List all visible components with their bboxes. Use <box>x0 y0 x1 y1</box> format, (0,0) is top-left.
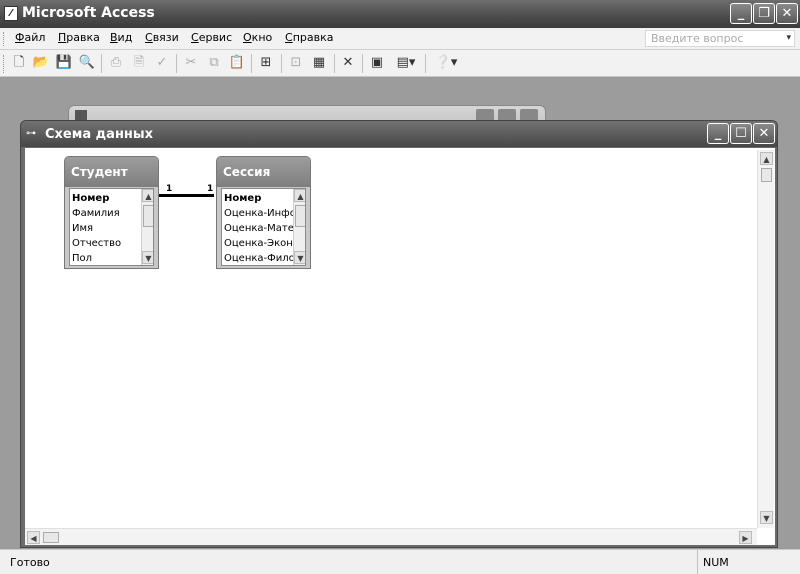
rel-maximize-button[interactable]: ☐ <box>730 123 752 144</box>
horizontal-scrollbar[interactable]: ◀ ▶ <box>25 528 757 545</box>
table-student-title[interactable]: Студент <box>65 157 158 187</box>
ask-question-box[interactable]: Введите вопрос ▾ <box>645 30 795 47</box>
menu-edit[interactable]: Правка <box>58 31 100 44</box>
file-search-icon[interactable]: 🔍 <box>78 54 96 72</box>
help-icon[interactable]: ❔▾ <box>431 54 461 72</box>
scroll-thumb[interactable] <box>761 168 772 182</box>
table-student[interactable]: Студент Номер Фамилия Имя Отчество Пол ▲… <box>64 156 159 269</box>
table-session-title[interactable]: Сессия <box>217 157 310 187</box>
toolbar-grip <box>3 55 5 73</box>
scroll-down-icon[interactable]: ▼ <box>294 251 305 264</box>
field-item[interactable]: Имя <box>72 221 142 236</box>
toolbar-separator <box>251 54 252 73</box>
app-titlebar: ⁄ Microsoft Access _ ❐ ✕ <box>0 0 800 28</box>
toolbar-separator <box>425 54 426 73</box>
toolbar-separator <box>334 54 335 73</box>
status-bar: Готово NUM <box>0 549 800 574</box>
close-icon: ✕ <box>781 6 793 21</box>
field-item[interactable]: Фамилия <box>72 206 142 221</box>
relationships-title: Схема данных <box>45 127 154 142</box>
scroll-down-icon[interactable]: ▼ <box>142 251 153 264</box>
menu-grip <box>3 32 5 46</box>
menu-help[interactable]: Справка <box>285 31 333 44</box>
app-title: Microsoft Access <box>22 5 155 21</box>
open-folder-icon[interactable]: 📂 <box>32 54 50 72</box>
field-item[interactable]: Оценка-Экономика <box>224 236 294 251</box>
toolbar-separator <box>101 54 102 73</box>
menu-bar: Файл Правка Вид Связи Сервис Окно Справк… <box>0 28 800 50</box>
menu-relationships[interactable]: Связи <box>145 31 179 44</box>
copy-icon[interactable]: ⧉ <box>205 54 223 72</box>
menu-file[interactable]: Файл <box>15 31 45 44</box>
toolbar: 🗋 📂 💾 🔍 ⎙ 🗎 ✓ ✂ ⧉ 📋 ⊞ ⊡ ▦ ✕ ▣ ▤▾ ❔▾ <box>0 50 800 77</box>
rel-close-button[interactable]: ✕ <box>753 123 775 144</box>
status-text: Готово <box>10 556 50 569</box>
table-session-scrollbar[interactable]: ▲ ▼ <box>293 189 305 265</box>
status-divider <box>697 550 698 574</box>
cardinality-label-right: 1 <box>207 184 214 194</box>
show-table-icon[interactable]: ⊞ <box>257 54 275 72</box>
print-preview-icon[interactable]: 🗎 <box>130 54 148 72</box>
scroll-thumb[interactable] <box>295 205 305 227</box>
paste-icon[interactable]: 📋 <box>228 54 246 72</box>
ask-question-placeholder: Введите вопрос <box>651 32 744 45</box>
new-file-icon[interactable]: 🗋 <box>10 54 28 72</box>
toolbar-separator <box>362 54 363 73</box>
field-item[interactable]: Оценка-Философия <box>224 251 294 265</box>
field-item[interactable]: Номер <box>72 191 142 206</box>
chevron-down-icon[interactable]: ▾ <box>786 31 791 46</box>
relationship-line[interactable] <box>159 194 214 197</box>
close-icon: ✕ <box>758 126 770 141</box>
scroll-down-icon[interactable]: ▼ <box>760 511 773 524</box>
toolbar-separator <box>281 54 282 73</box>
direct-relationships-icon[interactable]: ⊡ <box>287 54 305 72</box>
spelling-icon[interactable]: ✓ <box>153 54 171 72</box>
cardinality-label-left: 1 <box>166 184 173 194</box>
print-icon[interactable]: ⎙ <box>107 54 125 72</box>
field-item[interactable]: Оценка-Математика <box>224 221 294 236</box>
save-icon[interactable]: 💾 <box>55 54 73 72</box>
access-logo-icon[interactable]: ⁄ <box>4 6 18 21</box>
close-button[interactable]: ✕ <box>776 3 798 24</box>
table-student-scrollbar[interactable]: ▲ ▼ <box>141 189 153 265</box>
scroll-up-icon[interactable]: ▲ <box>760 152 773 165</box>
properties-icon[interactable]: ▣ <box>368 54 386 72</box>
field-item[interactable]: Номер <box>224 191 294 206</box>
minimize-icon: _ <box>714 126 722 141</box>
field-item[interactable]: Пол <box>72 251 142 265</box>
scroll-up-icon[interactable]: ▲ <box>142 189 153 202</box>
rel-minimize-button[interactable]: _ <box>707 123 729 144</box>
field-item[interactable]: Отчество <box>72 236 142 251</box>
menu-window[interactable]: Окно <box>243 31 272 44</box>
scroll-thumb[interactable] <box>143 205 153 227</box>
delete-icon[interactable]: ✕ <box>339 54 357 72</box>
scroll-thumb[interactable] <box>43 532 59 543</box>
table-session-field-list[interactable]: Номер Оценка-Информатика Оценка-Математи… <box>221 188 306 266</box>
restore-button[interactable]: ❐ <box>753 3 775 24</box>
new-object-icon[interactable]: ▤▾ <box>391 54 421 72</box>
field-item[interactable]: Оценка-Информатика <box>224 206 294 221</box>
minimize-button[interactable]: _ <box>730 3 752 24</box>
vertical-scrollbar[interactable]: ▲ ▼ <box>757 150 774 528</box>
menu-view[interactable]: Вид <box>110 31 132 44</box>
toolbar-separator <box>176 54 177 73</box>
scroll-right-icon[interactable]: ▶ <box>739 531 752 544</box>
relationships-icon: ⊶ <box>26 128 36 139</box>
minimize-icon: _ <box>737 6 745 21</box>
restore-icon: ❐ <box>758 6 770 21</box>
scroll-left-icon[interactable]: ◀ <box>27 531 40 544</box>
maximize-icon: ☐ <box>735 126 747 141</box>
num-lock-indicator: NUM <box>703 556 729 569</box>
scroll-up-icon[interactable]: ▲ <box>294 189 305 202</box>
table-session[interactable]: Сессия Номер Оценка-Информатика Оценка-М… <box>216 156 311 269</box>
relationships-titlebar[interactable]: ⊶ Схема данных _ ☐ ✕ <box>21 121 777 147</box>
all-relationships-icon[interactable]: ▦ <box>310 54 328 72</box>
menu-tools[interactable]: Сервис <box>191 31 232 44</box>
cut-icon[interactable]: ✂ <box>182 54 200 72</box>
table-student-field-list[interactable]: Номер Фамилия Имя Отчество Пол ▲ ▼ <box>69 188 154 266</box>
